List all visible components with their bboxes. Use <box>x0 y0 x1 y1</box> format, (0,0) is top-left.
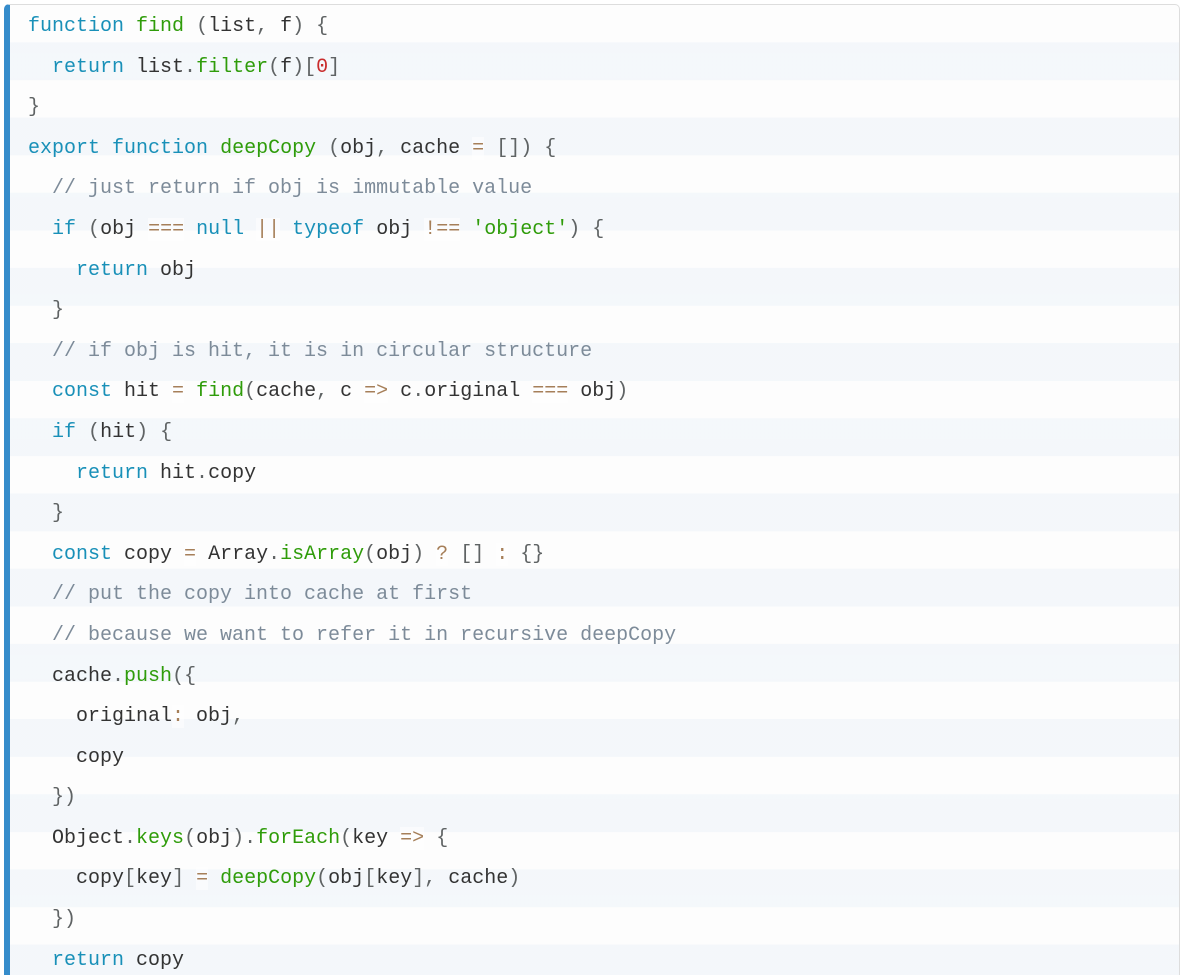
code-block: function find (list, f) { return list.fi… <box>4 4 1180 975</box>
code-content: function find (list, f) { return list.fi… <box>10 5 1179 975</box>
code: function find (list, f) { return list.fi… <box>28 15 676 975</box>
